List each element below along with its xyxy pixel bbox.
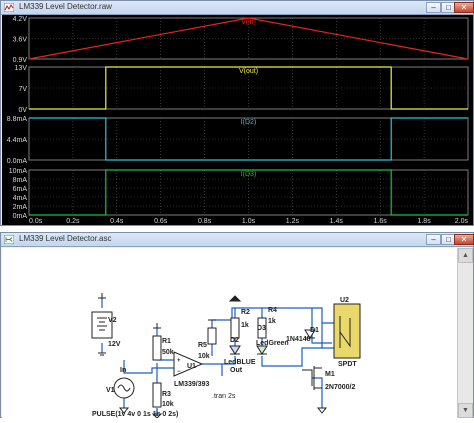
schematic-app-icon: [4, 235, 14, 244]
r5-label: R5: [198, 342, 207, 349]
waveform-plots[interactable]: 4.2V 3.6V 0.9V V(in) 13V 7V 0V V(out) 8.8mA 4.4mA…: [2, 15, 473, 225]
schematic-titlebar: LM339 Level Detector.asc – □ ✕: [1, 233, 474, 247]
tran-directive: .tran 2s: [212, 393, 236, 400]
u1-label: U1: [187, 363, 196, 370]
y-tick-label: 8mA: [13, 177, 28, 184]
pulse-spec: PULSE(1v 4v 0 1s 1s 0 2s): [92, 411, 178, 418]
trace-title: V(out): [239, 68, 258, 75]
r5-resistor: [207, 327, 217, 345]
schematic-drawing[interactable]: + − V2 12V R1 50k R3 10k R5 10k R2 1k R4…: [2, 248, 457, 419]
waveform-window: LM339 Level Detector.raw – □ ✕ 4.2V 3.6V 0…: [0, 0, 474, 226]
scroll-up-arrow-icon[interactable]: ▲: [458, 248, 473, 263]
r2-value: 1k: [241, 322, 249, 329]
y-tick-label: 13V: [15, 65, 28, 72]
r1-resistor: [152, 335, 162, 361]
m1-label: M1: [325, 371, 335, 378]
y-tick-label: 10mA: [9, 168, 28, 175]
y-tick-label: 2mA: [13, 204, 28, 211]
trace-title: V(in): [241, 19, 256, 26]
close-button[interactable]: ✕: [454, 2, 474, 13]
v2-value: 12V: [108, 341, 121, 348]
d1-value: 1N4148: [286, 336, 311, 343]
r2-resistor: [230, 317, 240, 339]
svg-text:+: +: [177, 358, 181, 364]
x-tick-label: 0.2s: [66, 218, 80, 225]
x-tick-label: 0.8s: [198, 218, 212, 225]
v2-battery[interactable]: [91, 311, 113, 339]
schematic-window-title: LM339 Level Detector.asc: [19, 234, 112, 243]
y-tick-label: 4.4mA: [7, 137, 28, 144]
minimize-button[interactable]: –: [426, 2, 441, 13]
out-net-label: Out: [230, 367, 243, 374]
waveform-app-icon: [4, 3, 14, 12]
schematic-canvas[interactable]: + − V2 12V R1 50k R3 10k R5 10k R2 1k R4…: [2, 248, 457, 419]
y-tick-label: 8.8mA: [7, 116, 28, 123]
x-tick-label: 0.4s: [110, 218, 124, 225]
d1-label: D1: [310, 327, 319, 334]
close-button[interactable]: ✕: [454, 234, 474, 245]
x-tick-label: 1.4s: [330, 218, 344, 225]
r3-label: R3: [162, 391, 171, 398]
y-tick-label: 0V: [18, 107, 27, 114]
r1-value: 50k: [162, 349, 174, 356]
d3-led: [256, 345, 268, 355]
x-tick-label: 1.6s: [374, 218, 388, 225]
x-tick-label: 0.6s: [154, 218, 168, 225]
d2-value: LedBLUE: [224, 359, 256, 366]
svg-text:−: −: [177, 369, 181, 375]
r4-label: R4: [268, 307, 277, 314]
r3-resistor: [152, 382, 162, 408]
d3-value: LedGreen: [256, 340, 289, 347]
minimize-button[interactable]: –: [426, 234, 441, 245]
vertical-scrollbar[interactable]: ▲ ▼: [457, 248, 473, 418]
trace-title: I(D3): [241, 171, 257, 178]
y-tick-label: 0.9V: [13, 57, 28, 64]
y-tick-label: 0mA: [13, 213, 28, 220]
m1-value: 2N7000/2: [325, 384, 355, 391]
x-tick-label: 0.0s: [29, 218, 43, 225]
u2-relay[interactable]: [333, 303, 361, 359]
u1-value: LM339/393: [174, 381, 210, 388]
in-net-label: In: [120, 367, 126, 374]
v2-label: V2: [108, 317, 117, 324]
x-tick-label: 2.0s: [455, 218, 469, 225]
waveform-plot-area[interactable]: 4.2V 3.6V 0.9V V(in) 13V 7V 0V V(out) 8.8mA 4.4mA…: [2, 15, 473, 225]
v1-label: V1: [106, 387, 115, 394]
y-tick-label: 4.2V: [13, 16, 28, 23]
y-tick-label: 0.0mA: [7, 158, 28, 165]
y-tick-label: 4mA: [13, 195, 28, 202]
r5-value: 10k: [198, 353, 210, 360]
r4-value: 1k: [268, 318, 276, 325]
x-tick-label: 1.2s: [286, 218, 300, 225]
scroll-down-arrow-icon[interactable]: ▼: [458, 403, 473, 418]
trace-title: I(D2): [241, 119, 257, 126]
waveform-window-title: LM339 Level Detector.raw: [19, 2, 112, 11]
v1-source[interactable]: [113, 377, 135, 399]
waveform-titlebar: LM339 Level Detector.raw – □ ✕: [1, 1, 474, 15]
x-tick-label: 1.0s: [242, 218, 256, 225]
y-tick-label: 7V: [18, 86, 27, 93]
d3-label: D3: [257, 325, 266, 332]
x-tick-label: 1.8s: [417, 218, 431, 225]
y-tick-label: 3.6V: [13, 37, 28, 44]
r1-label: R1: [162, 338, 171, 345]
d2-label: D2: [230, 337, 239, 344]
u2-value: SPDT: [338, 361, 357, 368]
r3-value: 10k: [162, 401, 174, 408]
u2-label: U2: [340, 297, 349, 304]
d2-led: [229, 345, 241, 355]
y-tick-label: 6mA: [13, 186, 28, 193]
r2-label: R2: [241, 309, 250, 316]
schematic-window: LM339 Level Detector.asc – □ ✕ + − V2 12…: [0, 232, 474, 419]
